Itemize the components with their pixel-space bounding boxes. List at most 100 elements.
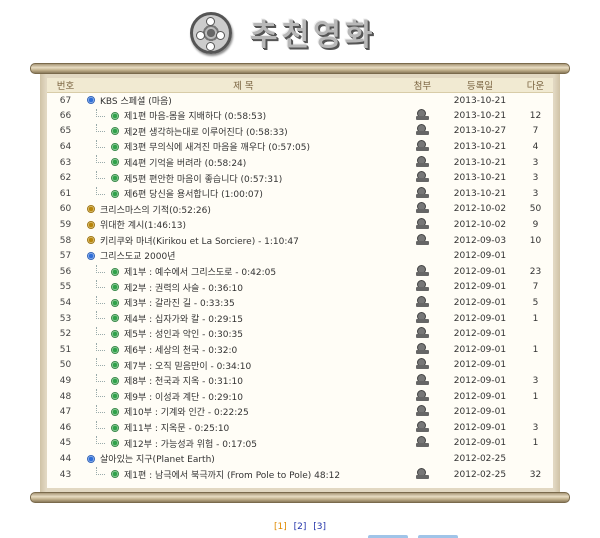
tree-branch-icon	[96, 139, 106, 148]
post-title-link[interactable]: 제1편 마음-몸을 지배하다 (0:58:53)	[124, 109, 266, 122]
post-title-link[interactable]: 제2부 : 권력의 사슬 - 0:36:10	[124, 281, 243, 294]
table-row[interactable]: 58 키리쿠와 마녀(Kirikou et La Sorciere) - 1:10…	[47, 233, 553, 249]
post-title-link[interactable]: 제4부 : 십자가와 칼 - 0:29:15	[124, 312, 243, 325]
post-title-link[interactable]: 제6편 당신을 용서합니다 (1:00:07)	[124, 187, 263, 200]
film-attachment-icon[interactable]	[415, 140, 429, 152]
row-number: 44	[59, 453, 72, 464]
film-attachment-icon[interactable]	[415, 342, 429, 354]
table-row[interactable]: 46 제11부 : 지옥문 - 0:25:10 2012-09-01 3	[47, 420, 553, 436]
film-attachment-icon[interactable]	[415, 436, 429, 448]
post-title-link[interactable]: 제9부 : 이성과 계단 - 0:29:10	[124, 390, 243, 403]
post-title-link[interactable]: 키리쿠와 마녀(Kirikou et La Sorciere) - 1:10:4…	[100, 234, 299, 247]
green-bullet-icon	[111, 174, 120, 183]
post-title-link[interactable]: 제3편 무의식에 새겨진 마음을 깨우다 (0:57:05)	[124, 140, 310, 153]
film-attachment-icon[interactable]	[415, 358, 429, 370]
table-row[interactable]: 60 크리스마스의 기적(0:52:26) 2012-10-02 50	[47, 202, 553, 218]
table-row[interactable]: 43 제1편 : 남극에서 북극까지 (From Pole to Pole) 48…	[47, 467, 553, 483]
table-row[interactable]: 44 살아있는 지구(Planet Earth) 2012-02-25	[47, 451, 553, 467]
post-title-link[interactable]: 제1부 : 예수에서 그리스도로 - 0:42:05	[124, 265, 276, 278]
post-title-link[interactable]: 제10부 : 기계와 인간 - 0:22:25	[124, 405, 249, 418]
post-title-link[interactable]: 살아있는 지구(Planet Earth)	[100, 452, 215, 465]
post-title-link[interactable]: 그리스도교 2000년	[100, 249, 175, 262]
tree-branch-icon	[96, 326, 106, 335]
page-link-2[interactable]: [2]	[294, 522, 307, 532]
post-title-link[interactable]: 제4편 기억을 버려라 (0:58:24)	[124, 156, 246, 169]
film-attachment-icon[interactable]	[415, 171, 429, 183]
row-downloads: 1	[532, 344, 539, 355]
post-title-link[interactable]: 제5편 편안한 마음이 좋습니다 (0:57:31)	[124, 172, 282, 185]
table-row[interactable]: 55 제2부 : 권력의 사슬 - 0:36:10 2012-09-01 7	[47, 280, 553, 296]
table-row[interactable]: 59 위대한 계시(1:46:13) 2012-10-02 9	[47, 217, 553, 233]
film-attachment-icon[interactable]	[415, 202, 429, 214]
gold-bullet-icon	[87, 205, 96, 214]
post-title-link[interactable]: KBS 스페셜 (마음)	[100, 94, 172, 107]
table-row[interactable]: 56 제1부 : 예수에서 그리스도로 - 0:42:05 2012-09-01 23	[47, 264, 553, 280]
table-row[interactable]: 64 제3편 무의식에 새겨진 마음을 깨우다 (0:57:05) 2013-10-…	[47, 139, 553, 155]
green-bullet-icon	[111, 361, 120, 370]
table-row[interactable]: 53 제4부 : 십자가와 칼 - 0:29:15 2012-09-01 1	[47, 311, 553, 327]
table-row[interactable]: 66 제1편 마음-몸을 지배하다 (0:58:53) 2013-10-21 12	[47, 108, 553, 124]
film-attachment-icon[interactable]	[415, 233, 429, 245]
post-title-link[interactable]: 제5부 : 성인과 악인 - 0:30:35	[124, 327, 243, 340]
film-attachment-icon[interactable]	[415, 420, 429, 432]
post-title-link[interactable]: 위대한 계시(1:46:13)	[100, 218, 186, 231]
film-attachment-icon[interactable]	[415, 311, 429, 323]
green-bullet-icon	[111, 158, 120, 167]
table-row[interactable]: 57 그리스도교 2000년 2012-09-01	[47, 248, 553, 264]
post-title-link[interactable]: 크리스마스의 기적(0:52:26)	[100, 203, 211, 216]
post-title-link[interactable]: 제8부 : 천국과 지옥 - 0:31:10	[124, 374, 243, 387]
table-row[interactable]: 45 제12부 : 가능성과 위험 - 0:17:05 2012-09-01 1	[47, 436, 553, 452]
green-bullet-icon	[111, 314, 120, 323]
row-date: 2012-09-01	[453, 313, 507, 324]
film-attachment-icon[interactable]	[415, 108, 429, 120]
post-title-link[interactable]: 제1편 : 남극에서 북극까지 (From Pole to Pole) 48:1…	[124, 468, 340, 481]
tree-branch-icon	[96, 436, 106, 445]
row-attachment-cell	[403, 233, 442, 249]
post-title-link[interactable]: 제7부 : 오직 믿음만이 - 0:34:10	[124, 359, 251, 372]
tree-branch-icon	[96, 467, 106, 476]
film-attachment-icon[interactable]	[415, 218, 429, 230]
table-row[interactable]: 62 제5편 편안한 마음이 좋습니다 (0:57:31) 2013-10-21 3	[47, 170, 553, 186]
post-title-link[interactable]: 제2편 생각하는대로 이루어진다 (0:58:33)	[124, 125, 288, 138]
film-attachment-icon[interactable]	[415, 405, 429, 417]
row-title-cell: 크리스마스의 기적(0:52:26)	[84, 202, 403, 218]
tree-branch-icon	[96, 295, 106, 304]
film-attachment-icon[interactable]	[415, 155, 429, 167]
film-attachment-icon[interactable]	[415, 373, 429, 385]
row-number: 54	[59, 298, 72, 309]
table-row[interactable]: 63 제4편 기억을 버려라 (0:58:24) 2013-10-21 3	[47, 155, 553, 171]
row-number: 50	[59, 360, 72, 371]
post-title-link[interactable]: 제6부 : 세상의 천국 - 0:32:0	[124, 343, 237, 356]
table-row[interactable]: 49 제8부 : 천국과 지옥 - 0:31:10 2012-09-01 3	[47, 373, 553, 389]
table-row[interactable]: 67 KBS 스페셜 (마음) 2013-10-21	[47, 93, 553, 109]
film-attachment-icon[interactable]	[415, 280, 429, 292]
film-attachment-icon[interactable]	[415, 296, 429, 308]
tree-branch-icon	[96, 108, 106, 117]
film-attachment-icon[interactable]	[415, 264, 429, 276]
row-number: 47	[59, 407, 72, 418]
tree-branch-icon	[96, 342, 106, 351]
table-row[interactable]: 61 제6편 당신을 용서합니다 (1:00:07) 2013-10-21 3	[47, 186, 553, 202]
table-row[interactable]: 51 제6부 : 세상의 천국 - 0:32:0 2012-09-01 1	[47, 342, 553, 358]
tree-branch-icon	[96, 420, 106, 429]
post-title-link[interactable]: 제11부 : 지옥문 - 0:25:10	[124, 421, 229, 434]
blue-bullet-icon	[87, 454, 96, 463]
green-bullet-icon	[111, 439, 120, 448]
post-title-link[interactable]: 제3부 : 갈라진 길 - 0:33:35	[124, 296, 235, 309]
table-row[interactable]: 47 제10부 : 기계와 인간 - 0:22:25 2012-09-01	[47, 404, 553, 420]
film-attachment-icon[interactable]	[415, 389, 429, 401]
row-downloads	[518, 93, 553, 109]
row-attachment-cell	[403, 124, 442, 140]
table-row[interactable]: 52 제5부 : 성인과 악인 - 0:30:35 2012-09-01	[47, 326, 553, 342]
film-attachment-icon[interactable]	[415, 186, 429, 198]
column-header-attachment: 첨부	[402, 78, 442, 93]
post-title-link[interactable]: 제12부 : 가능성과 위험 - 0:17:05	[124, 437, 257, 450]
film-attachment-icon[interactable]	[415, 124, 429, 136]
film-attachment-icon[interactable]	[415, 467, 429, 479]
table-row[interactable]: 65 제2편 생각하는대로 이루어진다 (0:58:33) 2013-10-27 7	[47, 124, 553, 140]
page-link-3[interactable]: [3]	[313, 522, 326, 532]
film-attachment-icon[interactable]	[415, 327, 429, 339]
table-row[interactable]: 50 제7부 : 오직 믿음만이 - 0:34:10 2012-09-01	[47, 358, 553, 374]
table-row[interactable]: 48 제9부 : 이성과 계단 - 0:29:10 2012-09-01 1	[47, 389, 553, 405]
table-row[interactable]: 54 제3부 : 갈라진 길 - 0:33:35 2012-09-01 5	[47, 295, 553, 311]
